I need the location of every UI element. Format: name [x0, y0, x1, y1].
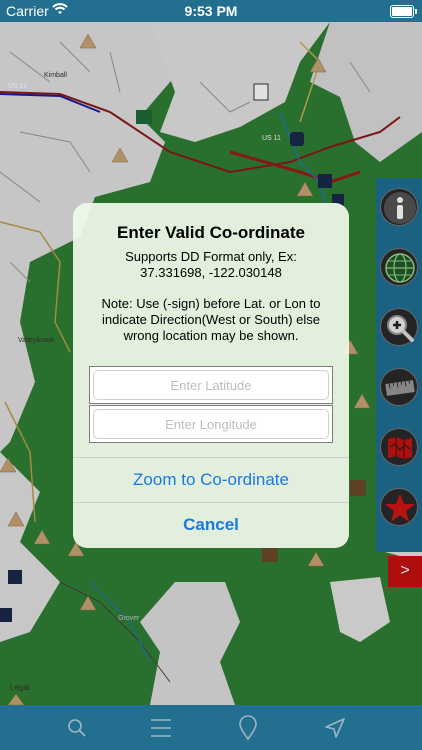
bottom-tab-bar — [0, 705, 422, 750]
coordinate-dialog: Enter Valid Co-ordinate Supports DD Form… — [73, 203, 349, 548]
longitude-field-wrapper — [89, 405, 333, 443]
search-tab[interactable] — [64, 715, 90, 741]
format-line: Supports DD Format only, Ex: — [125, 249, 297, 264]
navigate-tab[interactable] — [322, 715, 348, 741]
battery-icon — [390, 5, 417, 18]
dialog-note: Note: Use (-sign) before Lat. or Lon to … — [101, 296, 321, 343]
latitude-field-wrapper — [89, 366, 333, 404]
location-tab[interactable] — [235, 715, 261, 741]
latitude-input[interactable] — [93, 370, 329, 400]
cancel-button[interactable]: Cancel — [73, 503, 349, 547]
clock: 9:53 PM — [184, 3, 238, 19]
longitude-input[interactable] — [93, 409, 329, 439]
status-bar: Carrier 9:53 PM — [0, 0, 422, 22]
menu-tab[interactable] — [148, 715, 174, 741]
zoom-to-coordinate-button[interactable]: Zoom to Co-ordinate — [73, 458, 349, 502]
format-example: 37.331698, -122.030148 — [140, 265, 282, 280]
dialog-title: Enter Valid Co-ordinate — [117, 223, 305, 242]
search-icon — [68, 719, 86, 737]
dialog-format-hint: Supports DD Format only, Ex: 37.331698, … — [87, 249, 335, 281]
location-pin-icon — [239, 715, 257, 741]
menu-icon — [151, 719, 171, 737]
navigation-arrow-icon — [325, 718, 345, 738]
